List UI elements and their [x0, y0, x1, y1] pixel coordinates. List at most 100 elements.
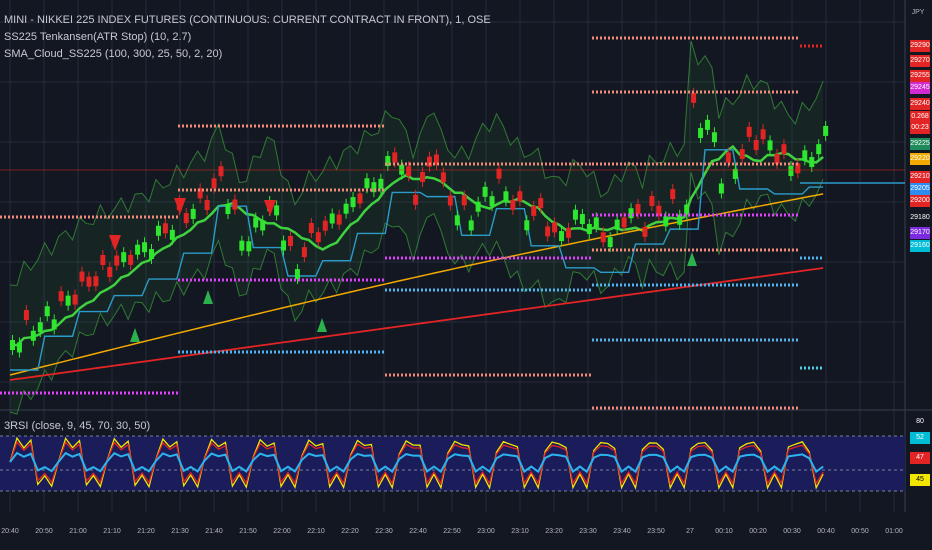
candle [315, 232, 321, 243]
price-axis-label: 29170 [910, 227, 930, 239]
candle [294, 269, 300, 280]
price-axis-label: 29210 [910, 171, 930, 183]
candle [503, 191, 509, 202]
time-label: 22:40 [409, 528, 427, 535]
candle [357, 193, 363, 204]
candle [343, 203, 349, 214]
candle [711, 132, 717, 143]
time-label: 22:20 [341, 528, 359, 535]
price-axis-label: 29240 [910, 98, 930, 110]
price-axis-label: 29225 [910, 138, 930, 150]
candle [524, 220, 530, 231]
candle [16, 342, 22, 353]
chart-canvas[interactable]: 20:40 20:50 21:00 21:10 21:20 21:30 21:40 21:50… [0, 0, 932, 550]
candle [538, 198, 544, 209]
candle [190, 208, 196, 219]
candle [816, 144, 822, 155]
legend-tenkansen[interactable]: SS225 Tenkansen(ATR Stop) (10, 2.7) [4, 31, 191, 43]
candle [378, 178, 384, 189]
candle [809, 157, 815, 168]
candle [329, 213, 335, 224]
candle [51, 319, 57, 330]
candle [274, 205, 280, 216]
candle [65, 295, 71, 306]
time-label: 00:40 [817, 528, 835, 535]
candle [142, 242, 148, 253]
time-label: 01:00 [885, 528, 903, 535]
candle [447, 195, 453, 206]
candle [218, 166, 224, 177]
signal-arrow [203, 290, 213, 304]
candle [614, 219, 620, 230]
candle [114, 255, 120, 266]
legend-symbol[interactable]: MINI - NIKKEI 225 INDEX FUTURES (CONTINU… [4, 14, 491, 26]
candle [691, 92, 697, 103]
price-axis-label: 29160 [910, 240, 930, 252]
time-label: 21:10 [103, 528, 121, 535]
candle [183, 213, 189, 224]
candle [698, 127, 704, 138]
candle [169, 229, 175, 240]
candle [392, 152, 398, 163]
time-label: 22:30 [375, 528, 393, 535]
time-label: 23:40 [613, 528, 631, 535]
candle [552, 222, 558, 233]
candle [37, 322, 43, 333]
candle [649, 196, 655, 207]
time-label: 22:00 [273, 528, 291, 535]
rsi-axis-label: 47 [910, 452, 930, 464]
candle [253, 217, 259, 228]
candle [149, 249, 154, 260]
candle [86, 276, 92, 287]
price-axis-label: 29205 [910, 183, 930, 195]
candle [440, 172, 446, 183]
candle [566, 227, 571, 238]
signal-arrow [317, 318, 327, 332]
legend-3rsi[interactable]: 3RSI (close, 9, 45, 70, 30, 50) [4, 420, 150, 432]
candle [684, 204, 690, 215]
candle [301, 247, 307, 258]
candle [774, 153, 780, 164]
candle [454, 215, 460, 226]
candle [725, 152, 731, 163]
candle [288, 235, 293, 246]
candle [232, 199, 238, 210]
candle [593, 217, 599, 228]
candle [760, 129, 766, 140]
candle [670, 189, 676, 200]
candle [559, 231, 565, 242]
time-label: 23:20 [545, 528, 563, 535]
candle [260, 220, 266, 231]
candle [350, 197, 356, 208]
candle [510, 199, 516, 210]
candle [420, 171, 426, 182]
candle [482, 186, 488, 197]
price-axis-label: 00:23 [910, 122, 930, 134]
candle [246, 241, 252, 252]
candle [517, 191, 523, 202]
candle [121, 252, 127, 263]
candle [586, 224, 592, 235]
rsi-axis-label: 45 [910, 474, 930, 486]
candle [336, 214, 342, 225]
time-label: 23:10 [511, 528, 529, 535]
time-label: 23:50 [647, 528, 665, 535]
candle [100, 255, 106, 266]
candle [753, 140, 759, 151]
price-axis-label: 29270 [910, 55, 930, 67]
candle [739, 149, 745, 160]
candle [628, 208, 634, 219]
candle [204, 199, 210, 210]
time-label: 22:10 [307, 528, 325, 535]
candle [802, 150, 808, 161]
signal-arrow [130, 328, 140, 342]
legend-sma-cloud[interactable]: SMA_Cloud_SS225 (100, 300, 25, 50, 2, 20… [4, 48, 222, 60]
price-axis-label: 29180 [910, 214, 930, 221]
time-label: 00:30 [783, 528, 801, 535]
candle [155, 225, 161, 236]
price-axis-label: 29200 [910, 195, 930, 207]
candle [107, 267, 113, 278]
candle [30, 330, 36, 341]
tradingview-chart[interactable]: 20:40 20:50 21:00 21:10 21:20 21:30 21:40 21:50… [0, 0, 932, 550]
candle [461, 195, 467, 206]
